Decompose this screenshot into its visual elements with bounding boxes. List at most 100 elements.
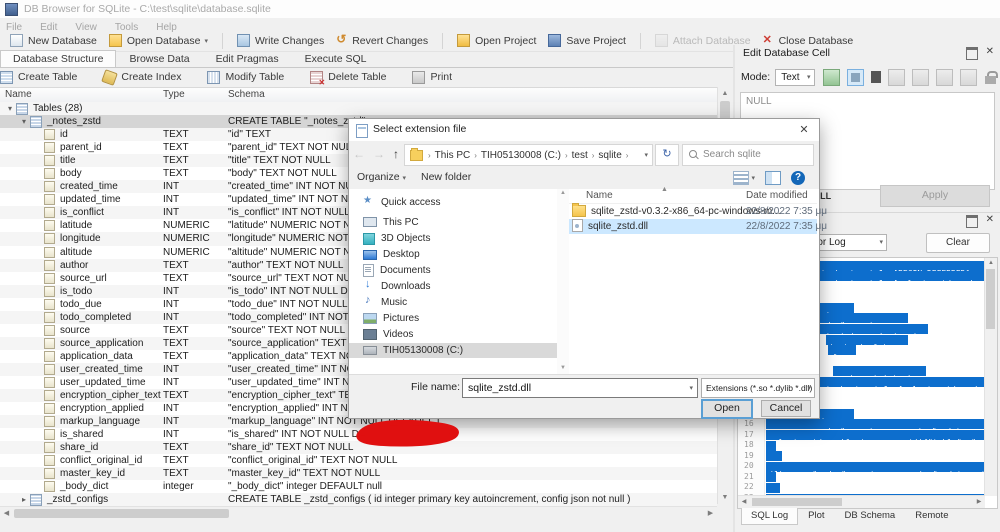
- structure-toolbar-button[interactable]: Print: [412, 70, 452, 84]
- word-wrap-icon[interactable]: [846, 68, 864, 86]
- sidebar-item[interactable]: 3D Objects: [349, 231, 557, 246]
- column-header-name[interactable]: Name: [586, 190, 613, 201]
- tree-row[interactable]: conflict_original_id TEXT "conflict_orig…: [0, 454, 717, 467]
- help-icon[interactable]: ?: [791, 171, 805, 185]
- close-panel-icon[interactable]: ✕: [986, 215, 994, 228]
- open-button[interactable]: Open: [701, 399, 753, 419]
- dock-tab[interactable]: Plot: [798, 508, 834, 525]
- up-icon[interactable]: ↑: [393, 147, 399, 161]
- tree-row[interactable]: ▸ _zstd_configs CREATE TABLE _zstd_confi…: [0, 493, 717, 506]
- dock-tab[interactable]: SQL Log: [741, 508, 799, 525]
- float-panel-icon[interactable]: [965, 47, 978, 60]
- expander-icon[interactable]: ▾: [18, 117, 30, 126]
- scrollbar-thumb[interactable]: [752, 498, 842, 506]
- scroll-up-icon[interactable]: ▲: [718, 87, 732, 100]
- sidebar-item[interactable]: TIH05130008 (C:): [349, 343, 557, 358]
- tree-header-schema[interactable]: Schema: [228, 89, 265, 100]
- dialog-close-icon[interactable]: ✕: [789, 119, 819, 141]
- sidebar-item-icon: [363, 249, 377, 260]
- structure-toolbar-button[interactable]: Create Table: [0, 70, 77, 84]
- apply-button[interactable]: Apply: [880, 185, 990, 207]
- chevron-down-icon[interactable]: ▾: [204, 37, 208, 45]
- file-row[interactable]: sqlite_zstd-v0.3.2-x86_64-pc-windows-m..…: [569, 203, 827, 219]
- breadcrumb-item[interactable]: This PC: [432, 150, 474, 161]
- open-project-button[interactable]: Open Project: [451, 32, 542, 49]
- save-cell-icon[interactable]: [935, 68, 953, 86]
- sidebar-item[interactable]: Pictures: [349, 311, 557, 326]
- breadcrumb-item[interactable]: sqlite: [595, 150, 624, 161]
- breadcrumb-item[interactable]: TIH05130008 (C:): [478, 150, 564, 161]
- sidebar-item[interactable]: Desktop: [349, 247, 557, 262]
- log-horizontal-scrollbar[interactable]: ◀ ▶: [738, 495, 985, 508]
- search-input[interactable]: Search sqlite: [682, 144, 814, 166]
- save-project-button[interactable]: Save Project: [542, 32, 632, 49]
- revert-changes-button[interactable]: Revert Changes: [330, 32, 434, 49]
- tree-horizontal-scrollbar[interactable]: ◀ ▶: [0, 506, 717, 520]
- expander-icon[interactable]: ▾: [4, 104, 16, 113]
- dialog-titlebar[interactable]: Select extension file ✕: [349, 119, 819, 141]
- back-icon[interactable]: ←: [353, 147, 365, 161]
- address-dropdown-icon[interactable]: ▾: [644, 151, 648, 159]
- scroll-left-icon[interactable]: ◀: [0, 507, 13, 520]
- organize-button[interactable]: Organize ▾: [357, 171, 406, 183]
- sidebar-item[interactable]: Music: [349, 294, 557, 310]
- scroll-down-icon[interactable]: ▼: [718, 491, 732, 504]
- main-tab[interactable]: Edit Pragmas: [203, 50, 292, 67]
- cancel-button[interactable]: Cancel: [761, 400, 811, 417]
- tree-row[interactable]: master_key_id TEXT "master_key_id" TEXT …: [0, 467, 717, 481]
- forward-icon[interactable]: →: [373, 147, 385, 161]
- sidebar-item[interactable]: This PC: [349, 215, 557, 230]
- view-list-icon[interactable]: [733, 171, 750, 185]
- sidebar-item[interactable]: Documents: [349, 263, 557, 278]
- sidebar-item[interactable]: Downloads: [349, 278, 557, 294]
- scroll-right-icon[interactable]: ▶: [704, 507, 717, 520]
- write-changes-button[interactable]: Write Changes: [231, 32, 330, 49]
- scroll-down-icon[interactable]: ▼: [557, 365, 569, 371]
- sidebar-item[interactable]: Quick access: [349, 195, 557, 210]
- import-text-icon[interactable]: [822, 68, 840, 86]
- close-panel-icon[interactable]: ✕: [986, 47, 994, 60]
- sidebar-scrollbar[interactable]: ▲ ▼: [557, 189, 569, 375]
- tree-header-name[interactable]: Name: [5, 89, 32, 100]
- float-panel-icon[interactable]: [965, 215, 978, 228]
- dock-tab[interactable]: DB Schema: [835, 508, 906, 525]
- scroll-left-icon[interactable]: ◀: [738, 496, 750, 508]
- scrollbar-thumb[interactable]: [986, 269, 995, 329]
- column-header-date[interactable]: Date modified: [746, 190, 808, 201]
- structure-toolbar-button[interactable]: Delete Table: [310, 70, 386, 87]
- sidebar-item[interactable]: Videos: [349, 327, 557, 342]
- log-vertical-scrollbar[interactable]: ▲: [984, 258, 997, 496]
- file-name-input[interactable]: sqlite_zstd.dll: [462, 378, 712, 398]
- mode-select[interactable]: Text: [775, 68, 815, 86]
- scroll-up-icon[interactable]: ▲: [985, 258, 997, 268]
- extensions-filter-select[interactable]: Extensions (*.so *.dylib *.dll): [701, 378, 815, 398]
- refresh-icon[interactable]: ↻: [655, 144, 679, 166]
- tree-row[interactable]: ▾ Tables (28): [0, 102, 717, 116]
- main-tab[interactable]: Database Structure: [0, 50, 117, 67]
- scroll-right-icon[interactable]: ▶: [973, 496, 985, 508]
- print-cell-icon[interactable]: [959, 68, 977, 86]
- export-text-icon[interactable]: [887, 68, 905, 86]
- set-null-icon[interactable]: [911, 68, 929, 86]
- structure-toolbar-button[interactable]: Modify Table: [207, 70, 284, 84]
- scrollbar-thumb[interactable]: [14, 509, 229, 518]
- dock-tab[interactable]: Remote: [905, 508, 958, 525]
- main-tab[interactable]: Execute SQL: [292, 50, 380, 67]
- address-bar[interactable]: › This PC › TIH05130008 (C:) › test › sqlite › …: [404, 144, 653, 166]
- new-database-button[interactable]: New Database: [4, 32, 103, 49]
- new-folder-button[interactable]: New folder: [421, 171, 471, 183]
- text-format-icon[interactable]: [870, 71, 881, 83]
- breadcrumb-item[interactable]: test: [569, 150, 591, 161]
- clear-log-button[interactable]: Clear: [926, 233, 990, 253]
- dialog-command-bar: Organize ▾ New folder ▾ ?: [349, 167, 819, 190]
- preview-pane-icon[interactable]: [765, 171, 781, 185]
- main-tab[interactable]: Browse Data: [116, 50, 202, 67]
- file-row[interactable]: sqlite_zstd.dll 22/8/2022 7:35 μμ: [569, 219, 827, 234]
- tree-header-type[interactable]: Type: [163, 89, 185, 100]
- open-database-button[interactable]: Open Database ▾: [103, 32, 214, 49]
- scroll-up-icon[interactable]: ▲: [557, 190, 569, 196]
- structure-toolbar-button[interactable]: Create Index: [101, 68, 181, 86]
- tree-row[interactable]: _body_dict integer "_body_dict" integer …: [0, 480, 717, 493]
- expander-icon[interactable]: ▸: [18, 495, 30, 504]
- lock-icon[interactable]: [984, 70, 999, 85]
